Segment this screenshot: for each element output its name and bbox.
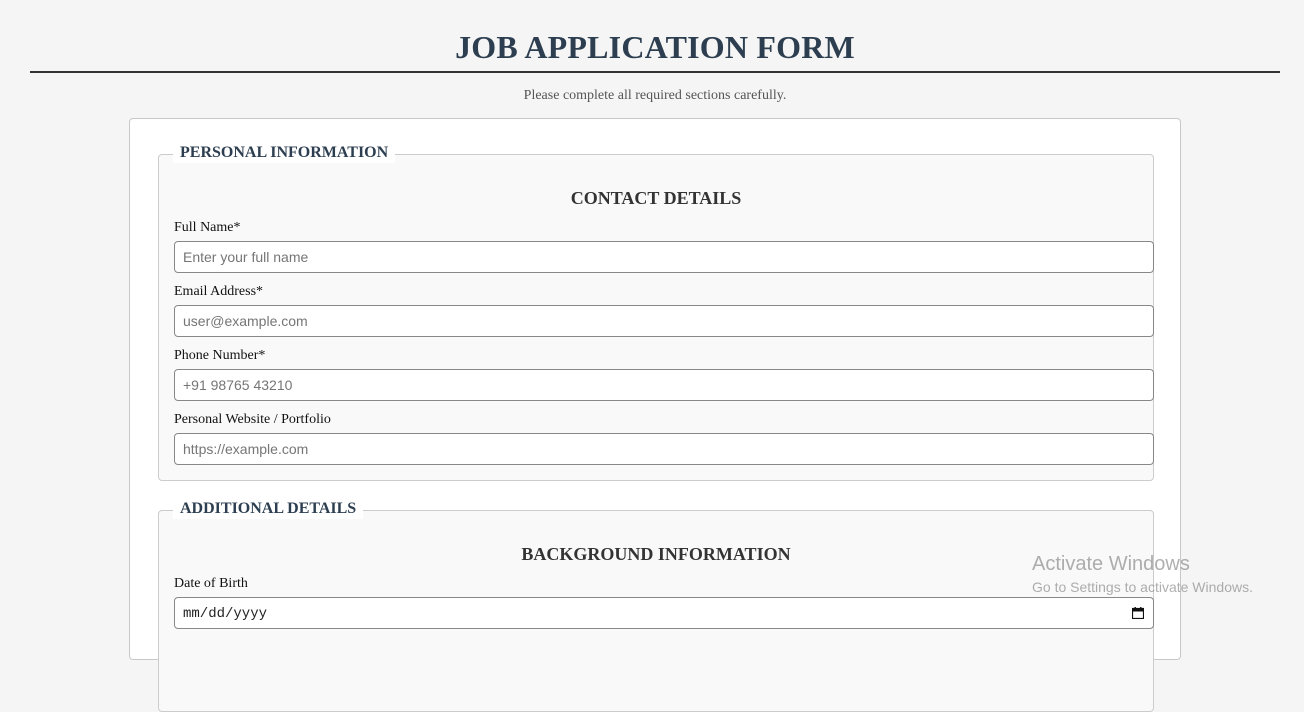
email-input[interactable]	[174, 305, 1154, 337]
page-title: JOB APPLICATION FORM	[455, 29, 855, 65]
phone-label: Phone Number*	[174, 348, 266, 363]
website-input[interactable]	[174, 433, 1154, 465]
additional-details-legend: ADDITIONAL DETAILS	[173, 499, 364, 519]
page-subtitle: Please complete all required sections ca…	[523, 88, 787, 103]
email-label: Email Address*	[174, 284, 264, 299]
personal-information-legend: PERSONAL INFORMATION	[173, 143, 396, 163]
application-form: PERSONAL INFORMATION CONTACT DETAILS Ful…	[129, 118, 1181, 712]
activate-windows-watermark: Activate Windows Go to Settings to activ…	[1032, 552, 1253, 596]
background-information-heading: BACKGROUND INFORMATION	[521, 544, 791, 564]
contact-details-heading: CONTACT DETAILS	[570, 188, 742, 208]
dob-placeholder: mm/dd/yyyy	[183, 606, 268, 622]
calendar-icon[interactable]	[1132, 607, 1144, 619]
dob-input[interactable]: mm/dd/yyyy	[174, 597, 1154, 629]
watermark-subtitle: Go to Settings to activate Windows.	[1032, 579, 1253, 595]
personal-information-section: PERSONAL INFORMATION CONTACT DETAILS Ful…	[158, 143, 1154, 481]
full-name-input[interactable]	[174, 241, 1154, 273]
phone-input[interactable]	[174, 369, 1154, 401]
title-divider	[30, 71, 1280, 73]
full-name-label: Full Name*	[174, 220, 241, 235]
dob-label: Date of Birth	[174, 576, 248, 591]
additional-details-section: ADDITIONAL DETAILS BACKGROUND INFORMATIO…	[158, 499, 1154, 712]
website-label: Personal Website / Portfolio	[174, 412, 331, 427]
watermark-title: Activate Windows	[1032, 553, 1190, 575]
